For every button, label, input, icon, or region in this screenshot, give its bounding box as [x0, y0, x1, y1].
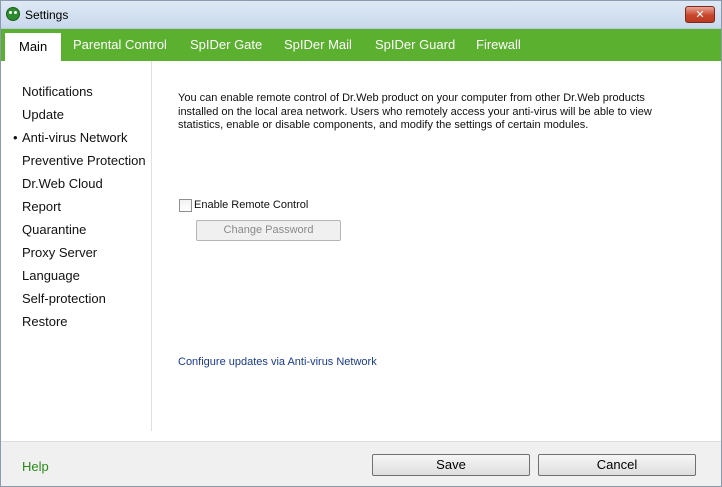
sidebar-item-anti-virus-network[interactable]: Anti-virus Network — [22, 130, 127, 145]
drweb-spider-icon — [6, 7, 20, 21]
remote-control-description: You can enable remote control of Dr.Web … — [178, 92, 652, 131]
tab-spider-mail[interactable]: SpIDer Mail — [284, 29, 352, 61]
sidebar-item-quarantine[interactable]: Quarantine — [22, 222, 86, 237]
settings-sidebar: Notifications Update • Anti-virus Networ… — [1, 61, 152, 431]
content-panel: You can enable remote control of Dr.Web … — [152, 61, 721, 431]
sidebar-item-drweb-cloud[interactable]: Dr.Web Cloud — [22, 176, 103, 191]
tab-bar: Main Parental Control SpIDer Gate SpIDer… — [1, 29, 721, 61]
enable-remote-control-checkbox[interactable] — [179, 199, 192, 212]
enable-remote-control-label[interactable]: Enable Remote Control — [194, 199, 308, 211]
change-password-button[interactable]: Change Password — [196, 220, 341, 241]
sidebar-item-restore[interactable]: Restore — [22, 314, 68, 329]
tab-firewall[interactable]: Firewall — [476, 29, 521, 61]
save-button[interactable]: Save — [372, 454, 530, 476]
footer-bar: Help Save Cancel — [1, 441, 721, 486]
settings-window: Settings ✕ Main Parental Control SpIDer … — [0, 0, 722, 487]
tab-spider-gate[interactable]: SpIDer Gate — [190, 29, 262, 61]
tab-parental-control[interactable]: Parental Control — [73, 29, 167, 61]
selected-bullet-icon: • — [13, 130, 18, 145]
sidebar-item-proxy-server[interactable]: Proxy Server — [22, 245, 97, 260]
help-link[interactable]: Help — [22, 459, 49, 474]
tab-spider-guard[interactable]: SpIDer Guard — [375, 29, 455, 61]
sidebar-item-language[interactable]: Language — [22, 268, 80, 283]
sidebar-item-preventive-protection[interactable]: Preventive Protection — [22, 153, 146, 168]
title-bar: Settings ✕ — [1, 1, 721, 29]
sidebar-item-update[interactable]: Update — [22, 107, 64, 122]
window-title: Settings — [25, 8, 69, 22]
close-button[interactable]: ✕ — [685, 6, 715, 23]
tab-main[interactable]: Main — [5, 33, 62, 61]
sidebar-item-self-protection[interactable]: Self-protection — [22, 291, 106, 306]
sidebar-item-notifications[interactable]: Notifications — [22, 84, 93, 99]
sidebar-item-report[interactable]: Report — [22, 199, 61, 214]
cancel-button[interactable]: Cancel — [538, 454, 696, 476]
configure-updates-link[interactable]: Configure updates via Anti-virus Network — [178, 356, 377, 368]
